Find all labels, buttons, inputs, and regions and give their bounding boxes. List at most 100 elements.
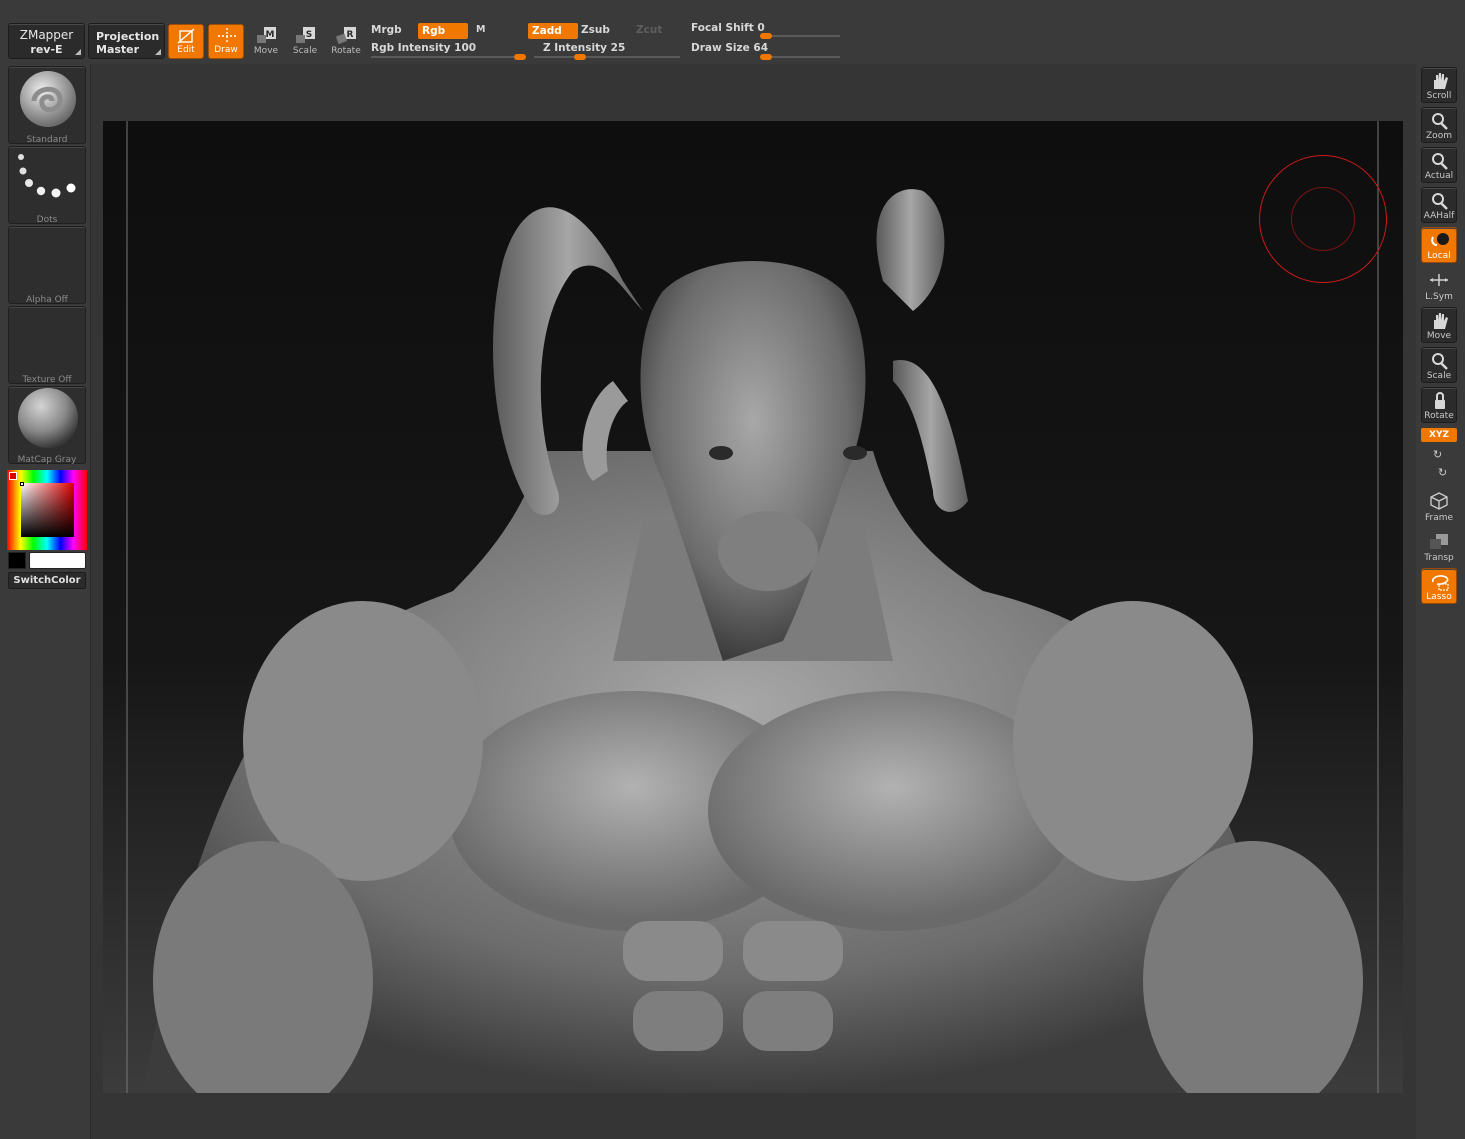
draw-label: Draw (214, 45, 238, 55)
zoom-label: Zoom (1426, 131, 1452, 141)
actual-size-icon (1432, 153, 1448, 170)
alpha-picker[interactable]: Alpha Off (8, 226, 86, 305)
standard-brush-icon (20, 71, 76, 127)
zadd-button[interactable]: Zadd (528, 23, 578, 39)
zcut-button[interactable]: Zcut (636, 24, 662, 36)
scroll-label: Scroll (1426, 91, 1452, 101)
switch-color-button[interactable]: SwitchColor (8, 572, 86, 589)
right-shelf: Scroll Zoom Actual AAHalf Local L.Sym Mo… (1416, 64, 1465, 1139)
aahalf-button[interactable]: AAHalf (1421, 187, 1457, 223)
brush-picker[interactable]: Standard (8, 66, 86, 145)
move-view-button[interactable]: Move (1421, 307, 1457, 343)
master-label: Master (96, 43, 140, 56)
frame-button[interactable]: Frame (1421, 488, 1457, 524)
zmapper-label: ZMapper (19, 28, 74, 42)
rotate-mode-button[interactable]: R Rotate (328, 24, 364, 59)
rgb-intensity-label[interactable]: Rgb Intensity 100 (371, 42, 476, 54)
draw-size-label[interactable]: Draw Size 64 (691, 42, 768, 54)
scale-view-button[interactable]: Scale (1421, 347, 1457, 383)
rgb-intensity-name: Rgb Intensity (371, 42, 451, 54)
z-intensity-name: Z Intensity (543, 42, 607, 54)
local-icon (1431, 233, 1449, 246)
rotate-view-button[interactable]: Rotate (1421, 387, 1457, 423)
draw-size-slider[interactable] (760, 56, 840, 58)
move-icon: M (257, 27, 276, 43)
rgb-intensity-value: 100 (454, 42, 477, 54)
edit-icon (177, 28, 195, 44)
draw-size-name: Draw Size (691, 42, 750, 54)
sculpt-model (126, 121, 1379, 1093)
brush-name: Standard (26, 135, 68, 145)
transparency-icon (1430, 534, 1448, 549)
texture-picker[interactable]: Texture Off (8, 306, 86, 385)
rgb-button[interactable]: Rgb (418, 23, 468, 39)
y-rotation-icon[interactable]: ↻ (1433, 448, 1442, 461)
stroke-name: Dots (36, 215, 58, 225)
move-label: Move (253, 46, 279, 56)
edit-mode-button[interactable]: Edit (168, 24, 204, 59)
brush-cursor-inner (1291, 187, 1355, 251)
local-symmetry-icon (1430, 274, 1448, 286)
lsym-label: L.Sym (1425, 292, 1453, 302)
color-marker[interactable] (20, 482, 24, 486)
draw-size-knob[interactable] (760, 54, 772, 60)
draw-mode-button[interactable]: Draw (208, 24, 244, 59)
rgb-intensity-knob[interactable] (514, 54, 526, 60)
rgb-intensity-slider[interactable] (371, 56, 526, 58)
zoom-button[interactable]: Zoom (1421, 107, 1457, 143)
projection-label: Projection (96, 30, 160, 43)
z-intensity-knob[interactable] (574, 54, 587, 60)
actual-label: Actual (1424, 171, 1454, 181)
left-shelf: Standard Dots Alpha Off Texture Off MatC… (0, 64, 90, 1139)
zmapper-version: rev-E (30, 43, 63, 56)
dropdown-corner-icon (155, 49, 161, 55)
stroke-picker[interactable]: Dots (8, 146, 86, 225)
document-viewport[interactable] (103, 121, 1403, 1093)
scroll-button[interactable]: Scroll (1421, 67, 1457, 103)
hue-marker[interactable] (9, 472, 17, 480)
frame-cube-icon (1430, 492, 1448, 510)
lasso-icon (1432, 575, 1449, 591)
rotate-label: Rotate (331, 46, 361, 56)
zsub-button[interactable]: Zsub (581, 24, 610, 36)
zmapper-button[interactable]: ZMapper rev-E (8, 23, 85, 59)
move-mode-button[interactable]: M Move (248, 24, 284, 59)
mrgb-button[interactable]: Mrgb (371, 24, 402, 36)
z-intensity-slider[interactable] (534, 56, 680, 58)
material-picker[interactable]: MatCap Gray (8, 386, 86, 465)
texture-name: Texture Off (22, 375, 72, 385)
rotate-lock-icon (1435, 392, 1445, 409)
z-intensity-label[interactable]: Z Intensity 25 (543, 42, 625, 54)
local-label: Local (1427, 251, 1451, 261)
scale-icon: S (296, 27, 315, 43)
lasso-label: Lasso (1426, 592, 1452, 602)
focal-shift-knob[interactable] (760, 33, 772, 39)
matcap-sphere-icon (18, 388, 78, 448)
focal-shift-slider[interactable] (760, 35, 840, 37)
top-toolbar: ZMapper rev-E Projection Master Edit Dra… (0, 0, 1465, 64)
projection-master-button[interactable]: Projection Master (88, 23, 165, 59)
lsym-button[interactable]: L.Sym (1421, 267, 1457, 303)
svg-text:M: M (266, 30, 275, 40)
dropdown-corner-icon (75, 49, 81, 55)
dots-stroke-icon (18, 154, 76, 198)
color-picker[interactable] (7, 470, 87, 552)
main-color-swatch[interactable] (29, 552, 86, 569)
focal-shift-label[interactable]: Focal Shift 0 (691, 22, 765, 34)
m-button[interactable]: M (476, 24, 485, 35)
local-button[interactable]: Local (1421, 227, 1457, 263)
z-rotation-icon[interactable]: ↻ (1438, 466, 1447, 479)
transp-button[interactable]: Transp (1421, 528, 1457, 564)
draw-size-value: 64 (753, 42, 769, 54)
actual-button[interactable]: Actual (1421, 147, 1457, 183)
saturation-square[interactable] (21, 483, 74, 537)
edit-label: Edit (177, 45, 195, 55)
draw-icon (218, 28, 236, 44)
lasso-button[interactable]: Lasso (1421, 568, 1457, 604)
transp-label: Transp (1424, 553, 1454, 563)
move-view-label: Move (1426, 331, 1452, 341)
secondary-color-swatch[interactable] (8, 552, 26, 569)
xyz-rotation-button[interactable]: XYZ (1421, 428, 1457, 442)
zoom-icon (1432, 113, 1448, 130)
scale-mode-button[interactable]: S Scale (287, 24, 323, 59)
